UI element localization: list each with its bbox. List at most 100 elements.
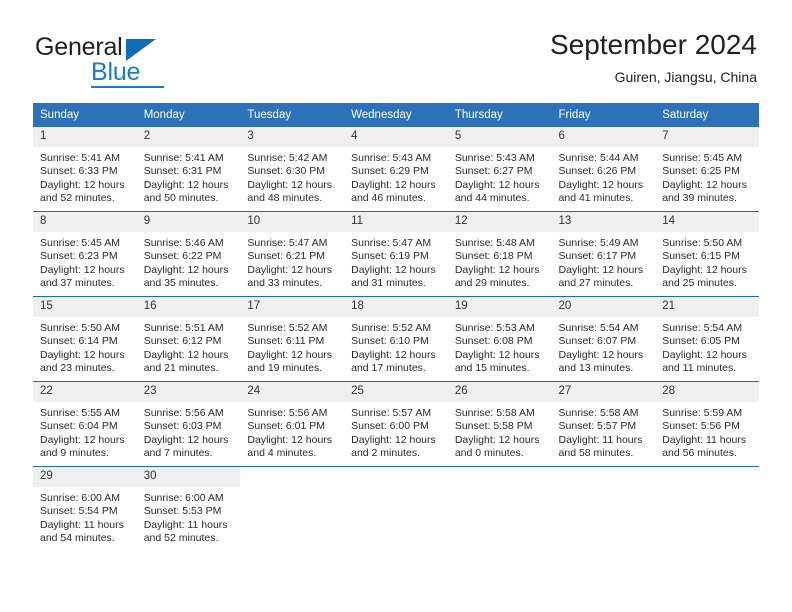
calendar-page: General Blue September 2024 Guiren, Jian… xyxy=(0,0,792,612)
sunrise-text: Sunrise: 5:54 AM xyxy=(662,322,743,334)
calendar-day-cell[interactable]: 20 Sunrise: 5:54 AM Sunset: 6:07 PM Dayligh… xyxy=(551,296,656,382)
day-number: 11 xyxy=(344,212,448,232)
day-details: Sunrise: 5:49 AM Sunset: 6:17 PM Daylight:… xyxy=(552,232,656,291)
calendar-day-cell[interactable]: 7 Sunrise: 5:45 AM Sunset: 6:25 PM Daylight… xyxy=(655,127,759,212)
daylight-text-line2: and 7 minutes. xyxy=(143,447,213,460)
page-title: September 2024 xyxy=(549,29,757,60)
calendar-day-cell[interactable]: 27 Sunrise: 5:58 AM Sunset: 5:57 PM Dayligh… xyxy=(551,381,656,467)
daylight-text-line1: Daylight: 12 hours xyxy=(454,178,540,191)
weekday-header-monday: Monday xyxy=(136,103,241,127)
general-blue-logo[interactable]: General Blue xyxy=(35,33,275,93)
calendar-day-cell[interactable]: 5 Sunrise: 5:43 AM Sunset: 6:27 PM Daylight… xyxy=(447,127,552,212)
daylight-text-line2: and 39 minutes. xyxy=(662,192,737,205)
sunset-text: Sunset: 6:18 PM xyxy=(454,250,533,263)
calendar-day-cell[interactable]: 12 Sunrise: 5:48 AM Sunset: 6:18 PM Dayligh… xyxy=(447,211,552,297)
calendar-day-cell-empty xyxy=(551,466,656,551)
calendar-day-cell[interactable]: 28 Sunrise: 5:59 AM Sunset: 5:56 PM Dayligh… xyxy=(655,381,759,467)
sunset-text: Sunset: 6:14 PM xyxy=(40,335,118,348)
day-details: Sunrise: 5:52 AM Sunset: 6:11 PM Daylight:… xyxy=(240,317,344,376)
calendar-day-cell[interactable]: 2 Sunrise: 5:41 AM Sunset: 6:31 PM Daylight… xyxy=(136,127,241,212)
calendar-week-row: 29 Sunrise: 6:00 AM Sunset: 5:54 PM Dayligh… xyxy=(33,466,759,551)
calendar-week-row: 15 Sunrise: 5:50 AM Sunset: 6:14 PM Dayligh… xyxy=(33,296,759,382)
calendar-day-cell[interactable]: 17 Sunrise: 5:52 AM Sunset: 6:11 PM Dayligh… xyxy=(240,296,345,382)
sunset-text: Sunset: 6:31 PM xyxy=(143,165,222,178)
calendar-day-cell[interactable]: 21 Sunrise: 5:54 AM Sunset: 6:05 PM Dayligh… xyxy=(655,296,759,382)
day-details xyxy=(655,487,759,492)
calendar-day-cell[interactable]: 29 Sunrise: 6:00 AM Sunset: 5:54 PM Dayligh… xyxy=(33,466,137,551)
calendar-day-cell[interactable]: 22 Sunrise: 5:55 AM Sunset: 6:04 PM Dayligh… xyxy=(33,381,137,467)
sunset-text: Sunset: 6:00 PM xyxy=(351,420,429,433)
day-number: 20 xyxy=(551,297,656,317)
daylight-text-line2: and 15 minutes. xyxy=(454,362,530,375)
day-details: Sunrise: 5:58 AM Sunset: 5:58 PM Daylight:… xyxy=(448,402,552,461)
calendar-day-cell[interactable]: 26 Sunrise: 5:58 AM Sunset: 5:58 PM Dayligh… xyxy=(447,381,552,467)
day-number: 10 xyxy=(240,212,345,232)
calendar-day-cell[interactable]: 13 Sunrise: 5:49 AM Sunset: 6:17 PM Dayligh… xyxy=(551,211,656,297)
masthead: General Blue September 2024 Guiren, Jian… xyxy=(0,0,792,103)
day-number: 13 xyxy=(551,212,656,232)
day-details: Sunrise: 5:47 AM Sunset: 6:19 PM Daylight:… xyxy=(344,232,448,291)
day-number: 24 xyxy=(240,382,345,402)
daylight-text-line2: and 52 minutes. xyxy=(143,532,219,545)
daylight-text-line1: Daylight: 12 hours xyxy=(454,348,540,361)
day-number: 2 xyxy=(136,127,241,147)
calendar-week-row: 8 Sunrise: 5:45 AM Sunset: 6:23 PM Daylight… xyxy=(33,211,759,297)
daylight-text-line1: Daylight: 12 hours xyxy=(351,348,436,361)
daylight-text-line2: and 31 minutes. xyxy=(351,277,426,290)
day-details: Sunrise: 6:00 AM Sunset: 5:53 PM Daylight:… xyxy=(137,487,241,546)
daylight-text-line2: and 0 minutes. xyxy=(454,447,524,460)
sunrise-text: Sunrise: 5:50 AM xyxy=(40,322,120,334)
sunset-text: Sunset: 5:57 PM xyxy=(558,420,637,433)
daylight-text-line2: and 17 minutes. xyxy=(351,362,426,375)
weekday-header-wednesday: Wednesday xyxy=(344,103,448,127)
calendar-week-row: 22 Sunrise: 5:55 AM Sunset: 6:04 PM Dayligh… xyxy=(33,381,759,467)
day-details: Sunrise: 5:42 AM Sunset: 6:30 PM Daylight:… xyxy=(240,147,344,206)
day-details: Sunrise: 5:45 AM Sunset: 6:23 PM Daylight:… xyxy=(33,232,137,291)
calendar-day-cell[interactable]: 25 Sunrise: 5:57 AM Sunset: 6:00 PM Dayligh… xyxy=(344,381,448,467)
weekday-header-row: Sunday Monday Tuesday Wednesday Thursday… xyxy=(33,103,759,127)
day-details: Sunrise: 6:00 AM Sunset: 5:54 PM Daylight:… xyxy=(33,487,137,546)
calendar-day-cell[interactable]: 8 Sunrise: 5:45 AM Sunset: 6:23 PM Daylight… xyxy=(33,211,137,297)
calendar-day-cell-empty xyxy=(655,466,759,551)
daylight-text-line2: and 58 minutes. xyxy=(558,447,634,460)
daylight-text-line2: and 4 minutes. xyxy=(247,447,317,460)
daylight-text-line1: Daylight: 12 hours xyxy=(351,178,436,191)
daylight-text-line2: and 37 minutes. xyxy=(40,277,115,290)
calendar-day-cell[interactable]: 24 Sunrise: 5:56 AM Sunset: 6:01 PM Dayligh… xyxy=(240,381,345,467)
calendar-day-cell[interactable]: 10 Sunrise: 5:47 AM Sunset: 6:21 PM Dayligh… xyxy=(240,211,345,297)
daylight-text-line2: and 9 minutes. xyxy=(40,447,109,460)
sunset-text: Sunset: 6:22 PM xyxy=(143,250,222,263)
sunset-text: Sunset: 6:30 PM xyxy=(247,165,326,178)
calendar-day-cell[interactable]: 6 Sunrise: 5:44 AM Sunset: 6:26 PM Daylight… xyxy=(551,127,656,212)
calendar-day-cell[interactable]: 4 Sunrise: 5:43 AM Sunset: 6:29 PM Daylight… xyxy=(344,127,448,212)
calendar-day-cell[interactable]: 15 Sunrise: 5:50 AM Sunset: 6:14 PM Dayligh… xyxy=(33,296,137,382)
calendar-day-cell[interactable]: 14 Sunrise: 5:50 AM Sunset: 6:15 PM Dayligh… xyxy=(655,211,759,297)
sunset-text: Sunset: 6:12 PM xyxy=(143,335,222,348)
daylight-text-line1: Daylight: 12 hours xyxy=(558,263,644,276)
sunset-text: Sunset: 5:58 PM xyxy=(454,420,533,433)
day-details: Sunrise: 5:52 AM Sunset: 6:10 PM Daylight:… xyxy=(344,317,448,376)
calendar-day-cell[interactable]: 16 Sunrise: 5:51 AM Sunset: 6:12 PM Dayligh… xyxy=(136,296,241,382)
daylight-text-line2: and 13 minutes. xyxy=(558,362,634,375)
daylight-text-line2: and 21 minutes. xyxy=(143,362,219,375)
calendar-day-cell[interactable]: 30 Sunrise: 6:00 AM Sunset: 5:53 PM Dayligh… xyxy=(136,466,241,551)
day-number: 12 xyxy=(447,212,552,232)
day-details: Sunrise: 5:59 AM Sunset: 5:56 PM Daylight:… xyxy=(655,402,759,461)
day-number xyxy=(655,467,759,487)
calendar-day-cell[interactable]: 23 Sunrise: 5:56 AM Sunset: 6:03 PM Dayligh… xyxy=(136,381,241,467)
logo-underline xyxy=(91,86,164,88)
daylight-text-line1: Daylight: 11 hours xyxy=(40,518,124,531)
sunrise-text: Sunrise: 5:53 AM xyxy=(454,322,535,334)
calendar-day-cell[interactable]: 11 Sunrise: 5:47 AM Sunset: 6:19 PM Dayligh… xyxy=(344,211,448,297)
day-details: Sunrise: 5:50 AM Sunset: 6:15 PM Daylight:… xyxy=(655,232,759,291)
sunrise-text: Sunrise: 5:41 AM xyxy=(40,152,120,164)
calendar-day-cell[interactable]: 3 Sunrise: 5:42 AM Sunset: 6:30 PM Daylight… xyxy=(240,127,345,212)
calendar-day-cell[interactable]: 18 Sunrise: 5:52 AM Sunset: 6:10 PM Dayligh… xyxy=(344,296,448,382)
daylight-text-line1: Daylight: 12 hours xyxy=(351,433,436,446)
day-details xyxy=(552,487,656,492)
sunset-text: Sunset: 6:25 PM xyxy=(662,165,740,178)
day-number: 26 xyxy=(447,382,552,402)
calendar-day-cell[interactable]: 1 Sunrise: 5:41 AM Sunset: 6:33 PM Daylight… xyxy=(33,127,137,212)
calendar-day-cell[interactable]: 9 Sunrise: 5:46 AM Sunset: 6:22 PM Daylight… xyxy=(136,211,241,297)
calendar-day-cell[interactable]: 19 Sunrise: 5:53 AM Sunset: 6:08 PM Dayligh… xyxy=(447,296,552,382)
